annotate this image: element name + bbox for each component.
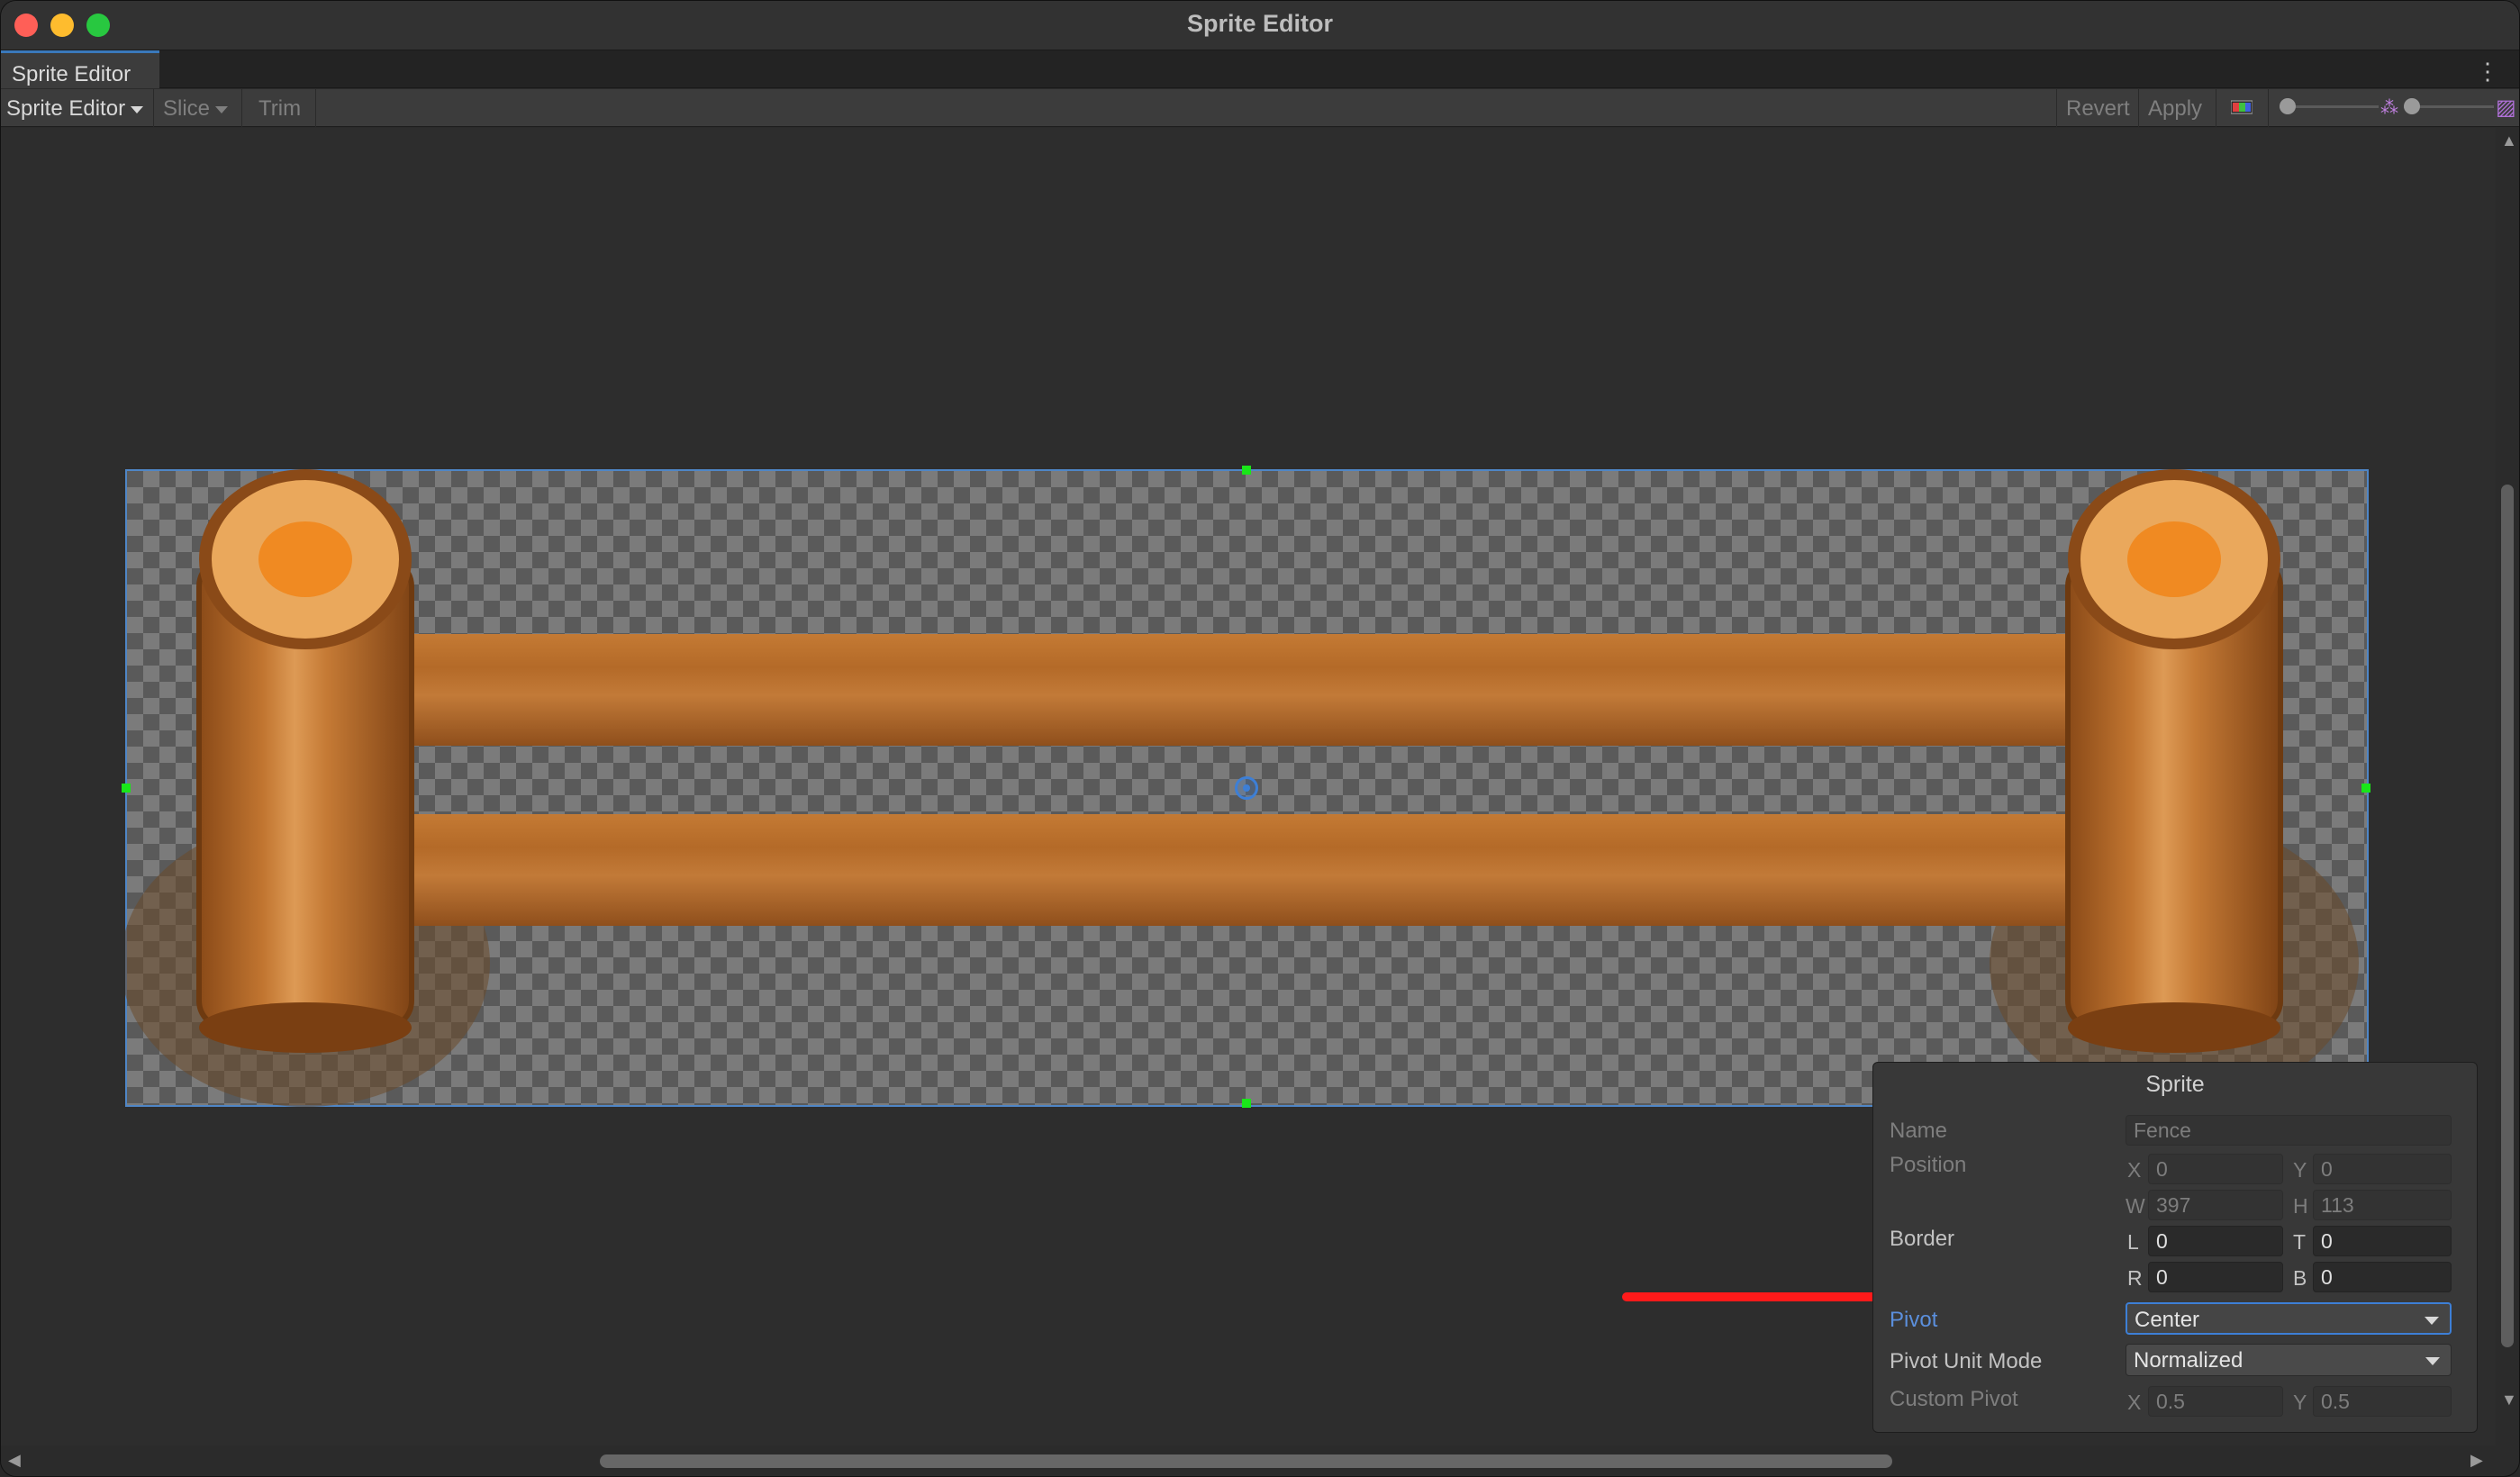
pivot-unit-mode-label: Pivot Unit Mode bbox=[1890, 1349, 2043, 1373]
resize-handle-top[interactable] bbox=[1242, 466, 1251, 475]
mip-slider-thumb[interactable] bbox=[2404, 98, 2420, 114]
chevron-down-icon bbox=[2425, 1317, 2439, 1325]
border-top-field[interactable]: 0 bbox=[2313, 1226, 2452, 1256]
tab-bar: Sprite Editor ⋮ bbox=[1, 50, 2519, 88]
sprite-inspector-panel: Sprite Name Fence Position X 0 Y 0 W 397… bbox=[1872, 1062, 2478, 1433]
window-title: Sprite Editor bbox=[1186, 10, 1333, 37]
custom-pivot-x-label: X bbox=[2127, 1391, 2142, 1414]
pivot-unit-mode-dropdown[interactable]: Normalized bbox=[2126, 1344, 2452, 1376]
vertical-scroll-thumb[interactable] bbox=[2501, 485, 2514, 1347]
scroll-down-icon[interactable]: ▼ bbox=[2501, 1391, 2517, 1409]
alpha-icon[interactable]: ▨ bbox=[2496, 95, 2516, 121]
pivot-unit-mode-value: Normalized bbox=[2134, 1348, 2244, 1373]
custom-pivot-x-field[interactable]: 0.5 bbox=[2148, 1386, 2283, 1417]
name-field[interactable]: Fence bbox=[2126, 1115, 2452, 1146]
b-label: B bbox=[2293, 1266, 2307, 1290]
border-label: Border bbox=[1890, 1227, 1955, 1251]
zoom-slider-thumb[interactable] bbox=[2280, 98, 2296, 114]
resize-handle-bottom[interactable] bbox=[1242, 1099, 1251, 1108]
t-label: T bbox=[2293, 1230, 2307, 1254]
trim-button[interactable]: Trim bbox=[242, 89, 316, 127]
title-bar: Sprite Editor bbox=[1, 1, 2519, 50]
pivot-handle[interactable] bbox=[1235, 776, 1258, 800]
chevron-down-icon bbox=[215, 105, 229, 113]
x-label: X bbox=[2127, 1158, 2142, 1182]
vertical-scrollbar[interactable]: ▲ ▼ bbox=[2496, 128, 2519, 1445]
pivot-label: Pivot bbox=[1890, 1308, 1938, 1332]
width-field[interactable]: 397 bbox=[2148, 1190, 2283, 1220]
revert-button[interactable]: Revert bbox=[2056, 89, 2139, 127]
name-label: Name bbox=[1890, 1119, 1948, 1143]
color-channel-toggle[interactable] bbox=[2216, 89, 2269, 127]
custom-pivot-label: Custom Pivot bbox=[1890, 1387, 2018, 1411]
color-channel-icon bbox=[2230, 100, 2253, 114]
r-label: R bbox=[2127, 1266, 2143, 1290]
scroll-right-icon[interactable]: ▶ bbox=[2470, 1451, 2483, 1470]
w-label: W bbox=[2126, 1194, 2145, 1218]
slice-dropdown[interactable]: Slice bbox=[154, 89, 242, 127]
height-field[interactable]: 113 bbox=[2313, 1190, 2452, 1220]
resize-handle-left[interactable] bbox=[122, 784, 131, 793]
scroll-up-icon[interactable]: ▲ bbox=[2501, 131, 2517, 150]
apply-button[interactable]: Apply bbox=[2139, 89, 2216, 127]
mode-dropdown[interactable]: Sprite Editor bbox=[1, 89, 154, 127]
sprite-rect[interactable] bbox=[122, 466, 2370, 1108]
h-label: H bbox=[2293, 1194, 2308, 1218]
y-label: Y bbox=[2293, 1158, 2307, 1182]
border-left-field[interactable]: 0 bbox=[2148, 1226, 2283, 1256]
chevron-down-icon bbox=[2425, 1357, 2440, 1365]
slice-label: Slice bbox=[163, 96, 211, 121]
position-label: Position bbox=[1890, 1153, 1967, 1177]
mip-slider[interactable] bbox=[2404, 98, 2494, 114]
mip-icon: ⁂ bbox=[2380, 98, 2398, 118]
zoom-slider[interactable] bbox=[2280, 98, 2379, 114]
toolbar: Sprite Editor Slice Trim Revert Apply ⁂ … bbox=[1, 89, 2519, 127]
l-label: L bbox=[2127, 1230, 2139, 1254]
pivot-dropdown[interactable]: Center bbox=[2126, 1302, 2452, 1335]
tab-sprite-editor[interactable]: Sprite Editor bbox=[1, 50, 159, 88]
mode-dropdown-label: Sprite Editor bbox=[6, 96, 126, 121]
custom-pivot-y-label: Y bbox=[2293, 1391, 2307, 1414]
more-options-icon[interactable]: ⋮ bbox=[2476, 58, 2499, 86]
custom-pivot-y-field[interactable]: 0.5 bbox=[2313, 1386, 2452, 1417]
horizontal-scrollbar[interactable]: ◀ ▶ bbox=[1, 1445, 2497, 1476]
resize-handle-right[interactable] bbox=[2361, 784, 2370, 793]
scroll-left-icon[interactable]: ◀ bbox=[8, 1451, 21, 1470]
sprite-editor-window: Sprite Editor Sprite Editor ⋮ Sprite Edi… bbox=[0, 0, 2520, 1477]
position-y-field[interactable]: 0 bbox=[2313, 1154, 2452, 1184]
chevron-down-icon bbox=[131, 105, 144, 113]
horizontal-scroll-thumb[interactable] bbox=[600, 1454, 1892, 1468]
border-bottom-field[interactable]: 0 bbox=[2313, 1262, 2452, 1292]
pivot-dropdown-value: Center bbox=[2135, 1308, 2200, 1332]
border-right-field[interactable]: 0 bbox=[2148, 1262, 2283, 1292]
position-x-field[interactable]: 0 bbox=[2148, 1154, 2283, 1184]
panel-title: Sprite bbox=[2145, 1072, 2205, 1097]
